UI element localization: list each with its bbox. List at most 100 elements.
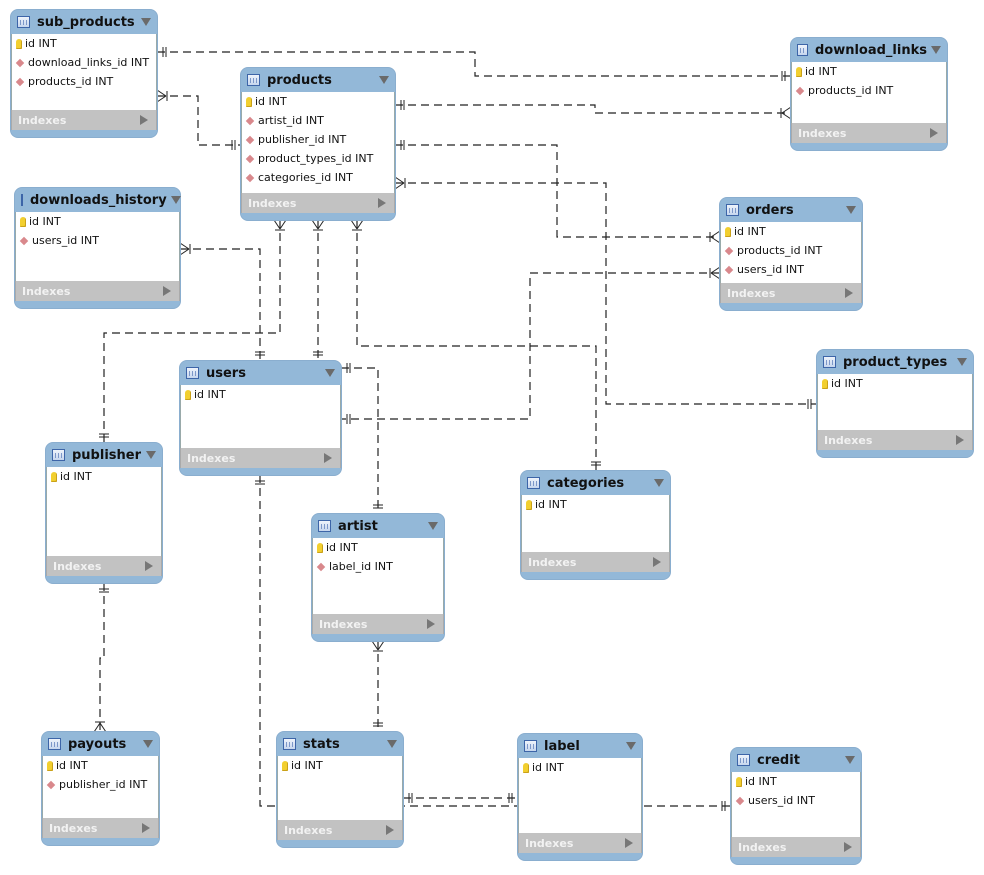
relationship-products-to-artist[interactable] [311,219,325,361]
column-row[interactable]: products_id INT [721,241,861,260]
relationship-artist-to-label[interactable] [371,640,385,732]
indexes-section[interactable]: Indexes [518,833,642,853]
table-sub-products[interactable]: sub_products id INT download_links_id INT p… [11,10,157,137]
relationship-products-to-orders[interactable] [395,140,721,244]
column-row[interactable]: id INT [16,212,179,231]
table-product-types[interactable]: product_types id INT Indexes [817,350,973,457]
collapse-toggle-icon[interactable] [845,756,855,764]
indexes-section[interactable]: Indexes [731,837,861,857]
column-row[interactable]: users_id INT [721,260,861,279]
column-row[interactable]: id INT [47,467,161,486]
table-header[interactable]: product_types [817,350,973,374]
relationship-products-to-categories[interactable] [350,219,601,471]
table-header[interactable]: users [180,361,341,385]
expand-arrow-icon[interactable] [625,838,633,848]
indexes-section[interactable]: Indexes [791,123,947,143]
collapse-toggle-icon[interactable] [143,740,153,748]
table-header[interactable]: sub_products [11,10,157,34]
column-row[interactable]: artist_id INT [242,111,394,130]
expand-arrow-icon[interactable] [378,198,386,208]
expand-arrow-icon[interactable] [142,823,150,833]
table-users[interactable]: users id INT Indexes [180,361,341,475]
collapse-toggle-icon[interactable] [626,742,636,750]
table-download-links[interactable]: download_links id INT products_id INT Index… [791,38,947,150]
column-row[interactable]: products_id INT [792,81,946,100]
expand-arrow-icon[interactable] [930,128,938,138]
table-publisher[interactable]: publisher id INT Indexes [46,443,162,583]
column-row[interactable]: id INT [792,62,946,81]
indexes-section[interactable]: Indexes [817,430,973,450]
table-header[interactable]: stats [277,732,403,756]
collapse-toggle-icon[interactable] [379,76,389,84]
expand-arrow-icon[interactable] [145,561,153,571]
relationship-publisher-to-payouts[interactable] [93,583,109,733]
expand-arrow-icon[interactable] [386,825,394,835]
relationship-users-to-artist[interactable] [341,363,383,514]
expand-arrow-icon[interactable] [140,115,148,125]
indexes-section[interactable]: Indexes [42,818,159,838]
indexes-section[interactable]: Indexes [11,110,157,130]
column-row[interactable]: product_types_id INT [242,149,394,168]
column-row[interactable]: id INT [181,385,340,404]
column-row[interactable]: categories_id INT [242,168,394,187]
table-header[interactable]: downloads_history [15,188,181,212]
table-header[interactable]: artist [312,514,444,538]
collapse-toggle-icon[interactable] [387,740,397,748]
table-products[interactable]: products id INT artist_id INT publisher_id … [241,68,395,220]
table-orders[interactable]: orders id INT products_id INT users_id INT I… [720,198,862,310]
column-row[interactable]: id INT [721,222,861,241]
expand-arrow-icon[interactable] [845,288,853,298]
column-row[interactable]: id INT [12,34,156,53]
collapse-toggle-icon[interactable] [654,479,664,487]
expand-arrow-icon[interactable] [427,619,435,629]
table-downloads-history[interactable]: downloads_history id INT users_id INT Index… [15,188,181,308]
collapse-toggle-icon[interactable] [931,46,941,54]
relationship-downloads-history-to-users[interactable] [179,242,265,361]
expand-arrow-icon[interactable] [844,842,852,852]
collapse-toggle-icon[interactable] [428,522,438,530]
column-row[interactable]: id INT [242,92,394,111]
collapse-toggle-icon[interactable] [325,369,335,377]
table-label[interactable]: label id INT Indexes [518,734,642,860]
column-row[interactable]: download_links_id INT [12,53,156,72]
column-row[interactable]: users_id INT [732,791,860,810]
column-row[interactable]: id INT [278,756,402,775]
expand-arrow-icon[interactable] [324,453,332,463]
collapse-toggle-icon[interactable] [146,451,156,459]
relationship-stats-to-label[interactable] [403,793,518,803]
table-payouts[interactable]: payouts id INT publisher_id INT Indexes [42,732,159,845]
indexes-section[interactable]: Indexes [521,552,670,572]
indexes-section[interactable]: Indexes [241,193,395,213]
indexes-section[interactable]: Indexes [180,448,341,468]
column-row[interactable]: products_id INT [12,72,156,91]
table-header[interactable]: products [241,68,395,92]
column-row[interactable]: publisher_id INT [43,775,158,794]
relationship-products-to-download-links[interactable] [395,100,792,120]
column-row[interactable]: id INT [313,538,443,557]
indexes-section[interactable]: Indexes [277,820,403,840]
expand-arrow-icon[interactable] [163,286,171,296]
indexes-section[interactable]: Indexes [312,614,444,634]
column-row[interactable]: users_id INT [16,231,179,250]
table-stats[interactable]: stats id INT Indexes [277,732,403,847]
relationship-sub-products-to-products[interactable] [156,89,241,150]
table-header[interactable]: label [518,734,642,758]
collapse-toggle-icon[interactable] [957,358,967,366]
collapse-toggle-icon[interactable] [170,196,181,204]
expand-arrow-icon[interactable] [653,557,661,567]
table-header[interactable]: download_links [791,38,947,62]
table-header[interactable]: payouts [42,732,159,756]
column-row[interactable]: label_id INT [313,557,443,576]
column-row[interactable]: id INT [519,758,641,777]
table-credit[interactable]: credit id INT users_id INT Indexes [731,748,861,864]
table-header[interactable]: credit [731,748,861,772]
collapse-toggle-icon[interactable] [141,18,151,26]
table-header[interactable]: publisher [46,443,162,467]
table-header[interactable]: categories [521,471,670,495]
indexes-section[interactable]: Indexes [15,281,180,301]
column-row[interactable]: id INT [732,772,860,791]
column-row[interactable]: id INT [522,495,669,514]
table-header[interactable]: orders [720,198,862,222]
column-row[interactable]: id INT [818,374,972,393]
indexes-section[interactable]: Indexes [46,556,162,576]
